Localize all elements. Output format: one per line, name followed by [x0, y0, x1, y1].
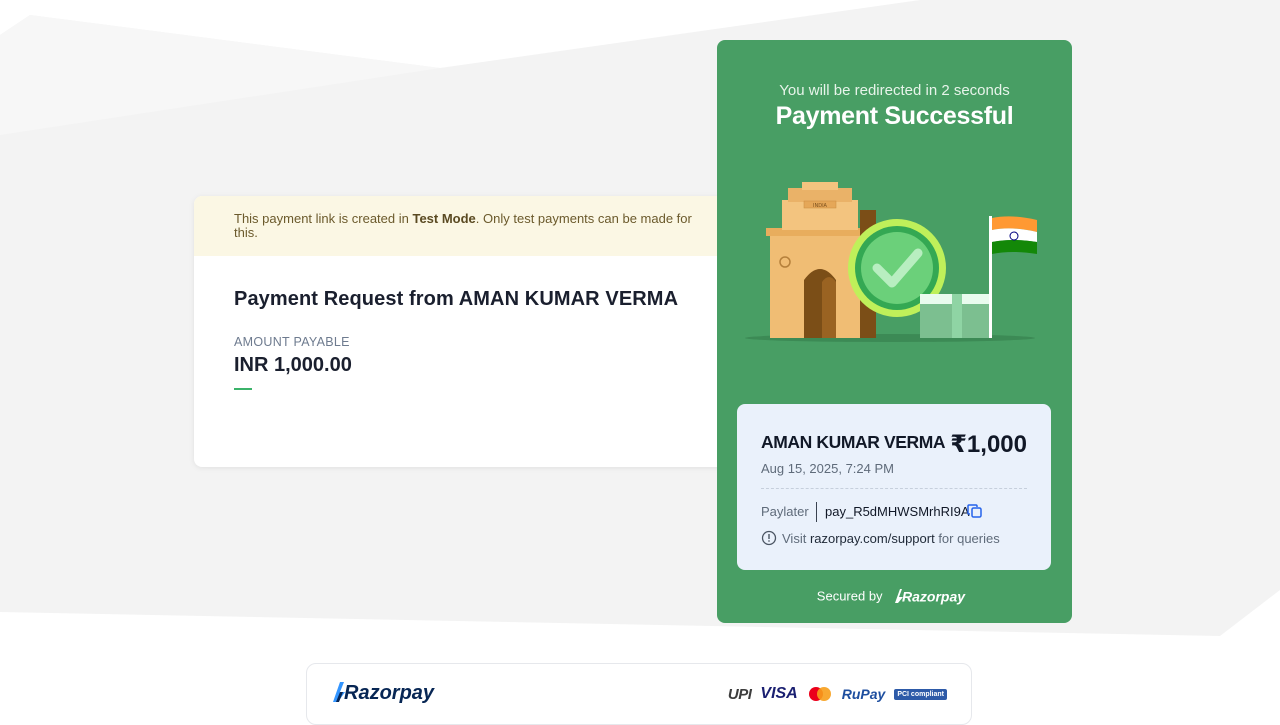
payment-method: Paylater: [761, 504, 809, 519]
test-mode-banner: This payment link is created in Test Mod…: [194, 196, 754, 256]
razorpay-logo-text: Razorpay: [902, 589, 966, 605]
upi-logo: UPI: [727, 685, 752, 703]
payment-request-card: This payment link is created in Test Mod…: [194, 196, 754, 467]
support-text: Visit razorpay.com/support for queries: [782, 531, 1000, 546]
amount-payable-value: INR 1,000.00: [234, 354, 352, 376]
payment-id: pay_R5dMHWSMrhRI9A: [825, 504, 970, 519]
support-link[interactable]: razorpay.com/support: [810, 531, 935, 546]
visa-logo: VISA: [760, 685, 798, 702]
test-mode-label: Test Mode: [412, 211, 476, 226]
illustration-india-label: INDIA: [813, 203, 828, 209]
checkout-footer: Razorpay UPI VISA RuPay PCI compliant: [306, 663, 972, 725]
amount-underline: [234, 388, 252, 390]
india-gate-success-illustration: INDIA: [745, 182, 1037, 342]
copy-icon[interactable]: [967, 503, 983, 519]
payee-name: AMAN KUMAR VERMA: [761, 432, 946, 452]
mastercard-logo: [808, 687, 831, 701]
razorpay-footer-text: Razorpay: [344, 682, 435, 704]
secured-by-footer: Secured by Razorpay: [717, 587, 1072, 605]
receipt-divider: [761, 488, 1027, 489]
info-icon: [761, 530, 777, 546]
payment-method-logos: UPI VISA RuPay PCI compliant: [728, 684, 947, 704]
method-separator: [816, 502, 817, 522]
rupay-logo: RuPay: [841, 686, 886, 702]
secured-by-label: Secured by: [816, 588, 883, 604]
pci-compliant-logo: PCI compliant: [894, 688, 947, 700]
support-suffix: for queries: [934, 531, 1000, 546]
support-prefix: Visit: [782, 531, 810, 546]
payment-date: Aug 15, 2025, 7:24 PM: [761, 461, 894, 476]
test-banner-prefix: This payment link is created in: [234, 211, 413, 226]
request-title: Payment Request from AMAN KUMAR VERMA: [234, 288, 679, 310]
paid-amount: ₹1,000: [950, 431, 1027, 458]
amount-payable-label: AMOUNT PAYABLE: [234, 335, 350, 349]
redirect-notice: You will be redirected in 2 seconds: [779, 82, 1010, 99]
razorpay-logo: Razorpay: [895, 589, 966, 605]
success-title: Payment Successful: [775, 102, 1014, 130]
payment-receipt-card: AMAN KUMAR VERMA ₹1,000 Aug 15, 2025, 7:…: [737, 404, 1051, 570]
payment-success-panel: You will be redirected in 2 seconds Paym…: [717, 40, 1072, 623]
razorpay-footer-logo: Razorpay: [333, 682, 435, 704]
